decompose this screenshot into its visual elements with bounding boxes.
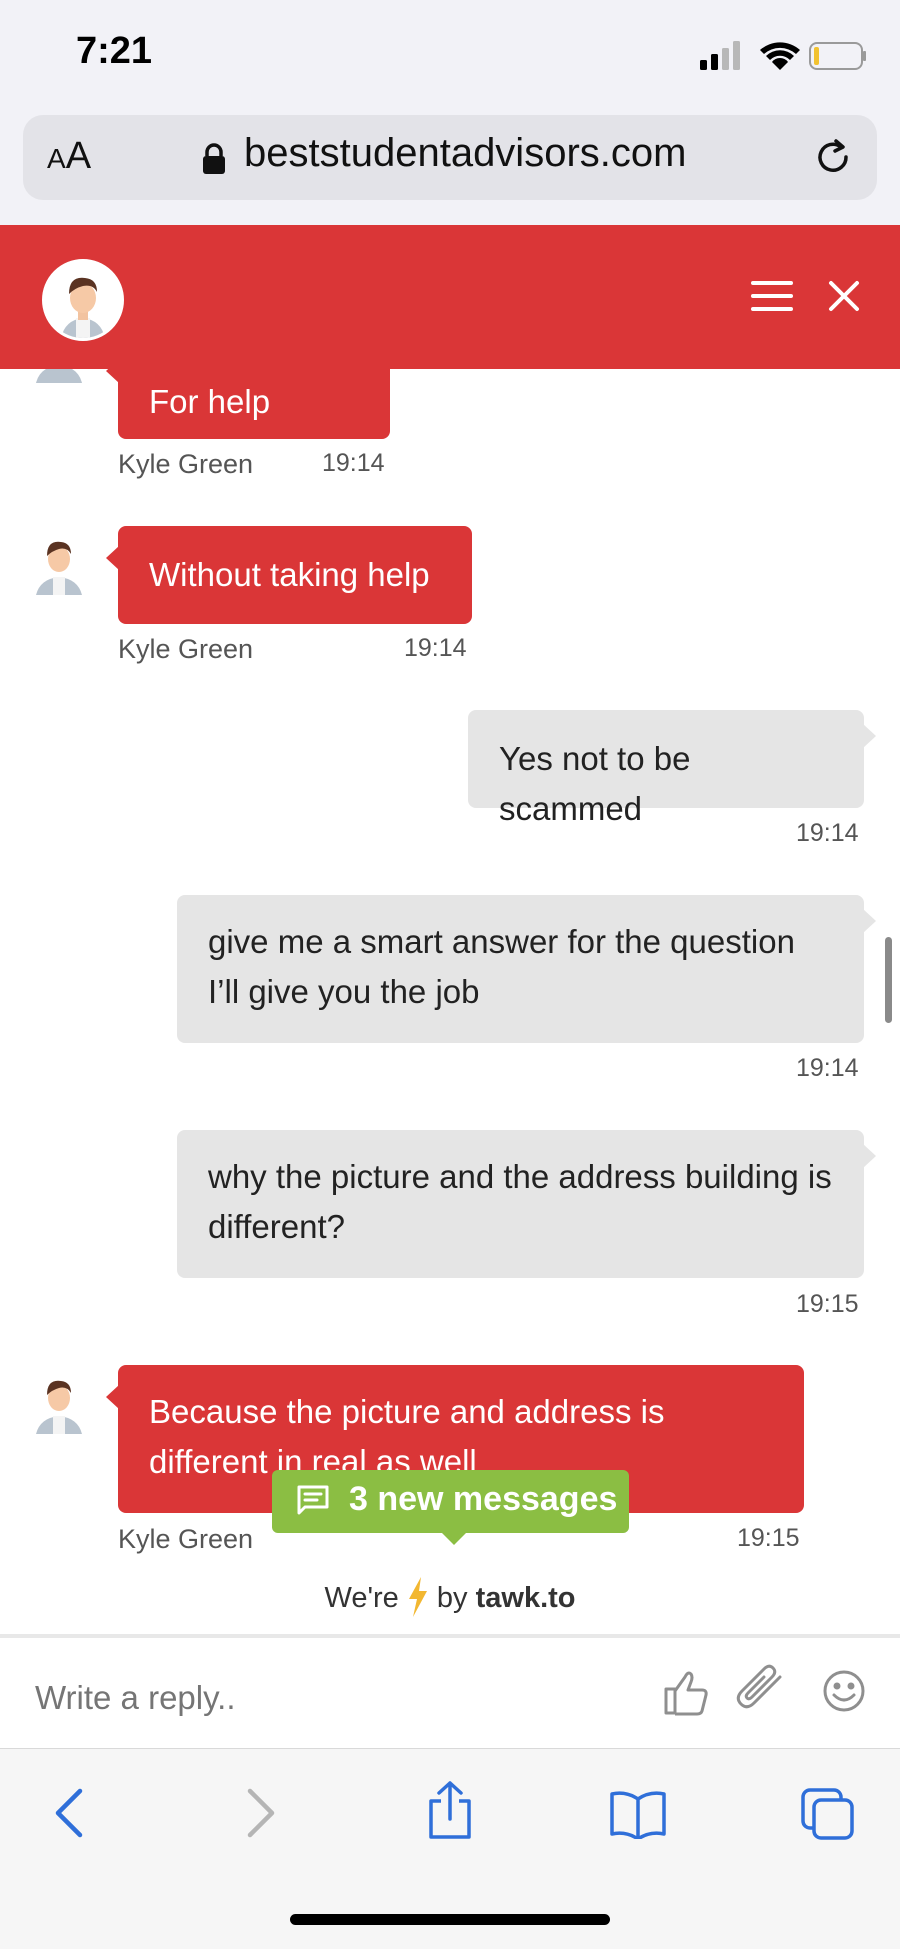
message-text: why the picture and the address building… — [208, 1158, 832, 1245]
menu-icon[interactable] — [751, 280, 793, 312]
home-indicator — [290, 1914, 610, 1925]
url-domain: beststudentadvisors.com — [244, 131, 687, 175]
wifi-icon — [760, 42, 800, 70]
emoji-icon — [823, 1670, 865, 1712]
bolt-icon — [408, 1577, 427, 1617]
agent-message: For help right? — [106, 369, 390, 470]
battery-icon — [809, 42, 866, 70]
message-text: Without taking help — [149, 556, 430, 593]
lock-icon — [203, 143, 225, 174]
chat-transcript[interactable]: For help right? Kyle Green 19:14 Without… — [0, 369, 900, 1634]
forward-icon[interactable] — [240, 1787, 280, 1839]
message-time: 19:14 — [796, 819, 859, 847]
powered-by[interactable]: We're by tawk.to — [0, 1577, 900, 1617]
message-time: 19:15 — [796, 1290, 859, 1318]
powered-brand: tawk.to — [475, 1582, 576, 1614]
sender-name: Kyle Green — [118, 634, 254, 664]
agent-avatar — [42, 259, 124, 341]
message-time: 19:14 — [404, 634, 467, 662]
agent-mini-avatar — [36, 369, 82, 383]
message-time: 19:15 — [737, 1524, 800, 1552]
text-size-button[interactable]: AA — [47, 135, 91, 178]
visitor-message: give me a smart answer for the question … — [177, 895, 876, 1043]
sender-name: Kyle Green — [118, 1524, 254, 1554]
reply-bar — [0, 1638, 900, 1748]
new-messages-label: 3 new messages — [349, 1480, 618, 1518]
message-text: Because the picture and address is diffe… — [149, 1393, 665, 1480]
message-text: Yes not to be scammed — [499, 740, 691, 827]
reply-input[interactable] — [33, 1678, 597, 1718]
reload-icon[interactable] — [811, 135, 855, 179]
status-icons — [698, 38, 868, 79]
message-text: give me a smart answer for the question … — [208, 923, 795, 1010]
powered-by-word: by — [436, 1582, 468, 1614]
agent-message: Without taking help — [106, 526, 472, 624]
thumbs-up-icon — [664, 1671, 708, 1716]
agent-mini-avatar — [36, 1380, 82, 1434]
address-bar[interactable]: AA beststudentadvisors.com — [23, 115, 877, 200]
back-icon[interactable] — [50, 1787, 90, 1839]
new-messages-button[interactable]: 3 new messages — [272, 1470, 629, 1545]
visitor-message: Yes not to be scammed — [468, 710, 876, 827]
status-bar: 7:21 — [0, 0, 900, 112]
visitor-message: why the picture and the address building… — [177, 1130, 876, 1278]
chat-bubble-icon — [297, 1485, 329, 1515]
chat-scrollbar[interactable] — [885, 937, 892, 1023]
agent-mini-avatar — [36, 541, 82, 595]
close-icon[interactable] — [828, 280, 860, 312]
share-icon[interactable] — [425, 1779, 475, 1841]
status-time: 7:21 — [76, 30, 153, 72]
bookmarks-icon[interactable] — [609, 1789, 667, 1839]
message-time: 19:14 — [322, 449, 385, 477]
message-time: 19:14 — [796, 1054, 859, 1082]
paperclip-icon — [736, 1664, 782, 1709]
tabs-icon[interactable] — [800, 1787, 856, 1841]
reply-actions — [664, 1664, 865, 1716]
signal-icon — [700, 41, 740, 70]
sender-name: Kyle Green — [118, 449, 254, 479]
powered-prefix: We're — [324, 1582, 399, 1614]
